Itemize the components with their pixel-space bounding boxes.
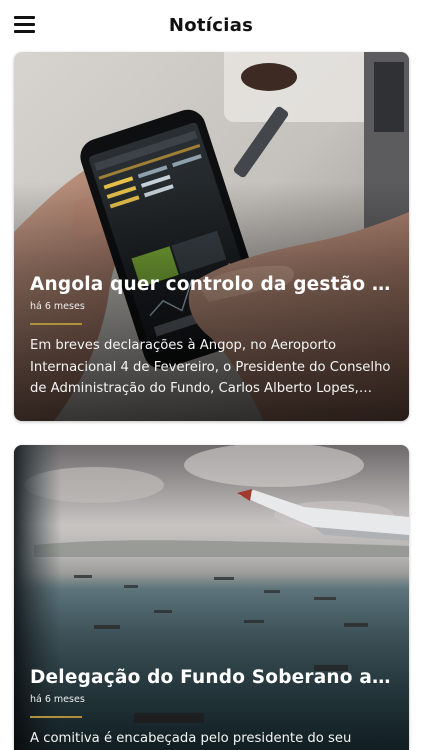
- article-date: há 6 meses: [30, 301, 85, 312]
- page-title: Notícias: [168, 15, 254, 36]
- article-title: Delegação do Fundo Soberano a caminho: [30, 667, 395, 688]
- news-screen: Notícias Angola quer controlo da gestão …: [0, 0, 422, 750]
- article-date: há 6 meses: [30, 694, 85, 705]
- title-divider: [30, 716, 82, 718]
- app-header: Notícias: [0, 0, 422, 52]
- article-excerpt: Em breves declarações à Angop, no Aeropo…: [30, 338, 391, 396]
- title-divider: [30, 323, 82, 325]
- card-content: Angola quer controlo da gestão financeir…: [30, 274, 395, 400]
- article-excerpt: A comitiva é encabeçada pelo presidente …: [30, 731, 352, 746]
- card-content: Delegação do Fundo Soberano a caminho há…: [30, 667, 395, 750]
- news-card[interactable]: Angola quer controlo da gestão financeir…: [14, 52, 409, 421]
- news-card[interactable]: Delegação do Fundo Soberano a caminho há…: [14, 445, 409, 750]
- article-title: Angola quer controlo da gestão financeir…: [30, 274, 395, 295]
